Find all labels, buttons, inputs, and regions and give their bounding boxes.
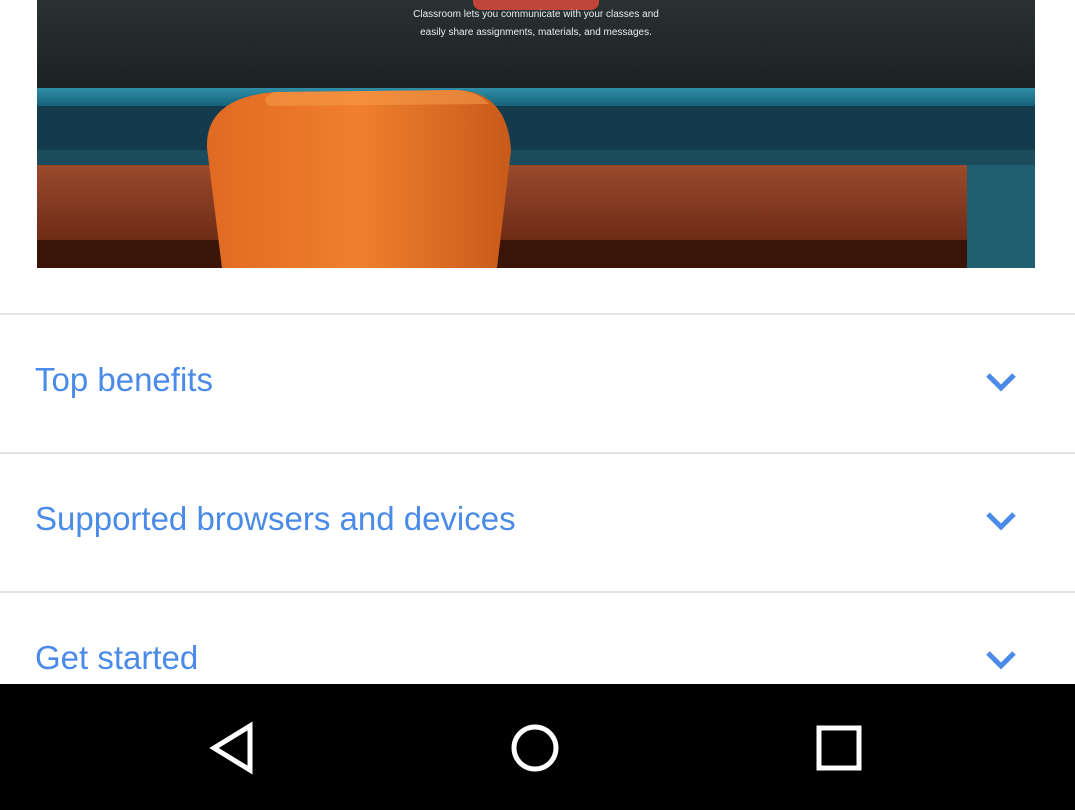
accordion-label-get-started: Get started [35, 639, 199, 676]
accordion-supported-browsers[interactable]: Supported browsers and devices [0, 454, 1075, 591]
accordion-label-top-benefits: Top benefits [35, 361, 213, 398]
hero-caption-line-2: easily share assignments, materials, and… [420, 27, 652, 38]
back-button[interactable] [200, 718, 264, 782]
chevron-down-icon [986, 373, 1016, 392]
hero-image: Classroom lets you communicate with your… [37, 0, 1035, 268]
hero-caption-line-1: Classroom lets you communicate with your… [413, 9, 659, 20]
accordion-label-supported-browsers: Supported browsers and devices [35, 500, 516, 537]
system-navigation-bar [0, 684, 1075, 810]
chevron-down-icon [986, 512, 1016, 531]
screen: Classroom lets you communicate with your… [0, 0, 1075, 810]
recents-button[interactable] [807, 718, 871, 782]
recents-square-icon [816, 725, 862, 771]
home-button[interactable] [503, 718, 567, 782]
chevron-down-icon [986, 651, 1016, 670]
back-triangle-icon [209, 721, 253, 775]
accordion-top-benefits[interactable]: Top benefits [0, 315, 1075, 452]
home-circle-icon [511, 724, 559, 772]
hero-caption: Classroom lets you communicate with your… [37, 6, 1035, 42]
